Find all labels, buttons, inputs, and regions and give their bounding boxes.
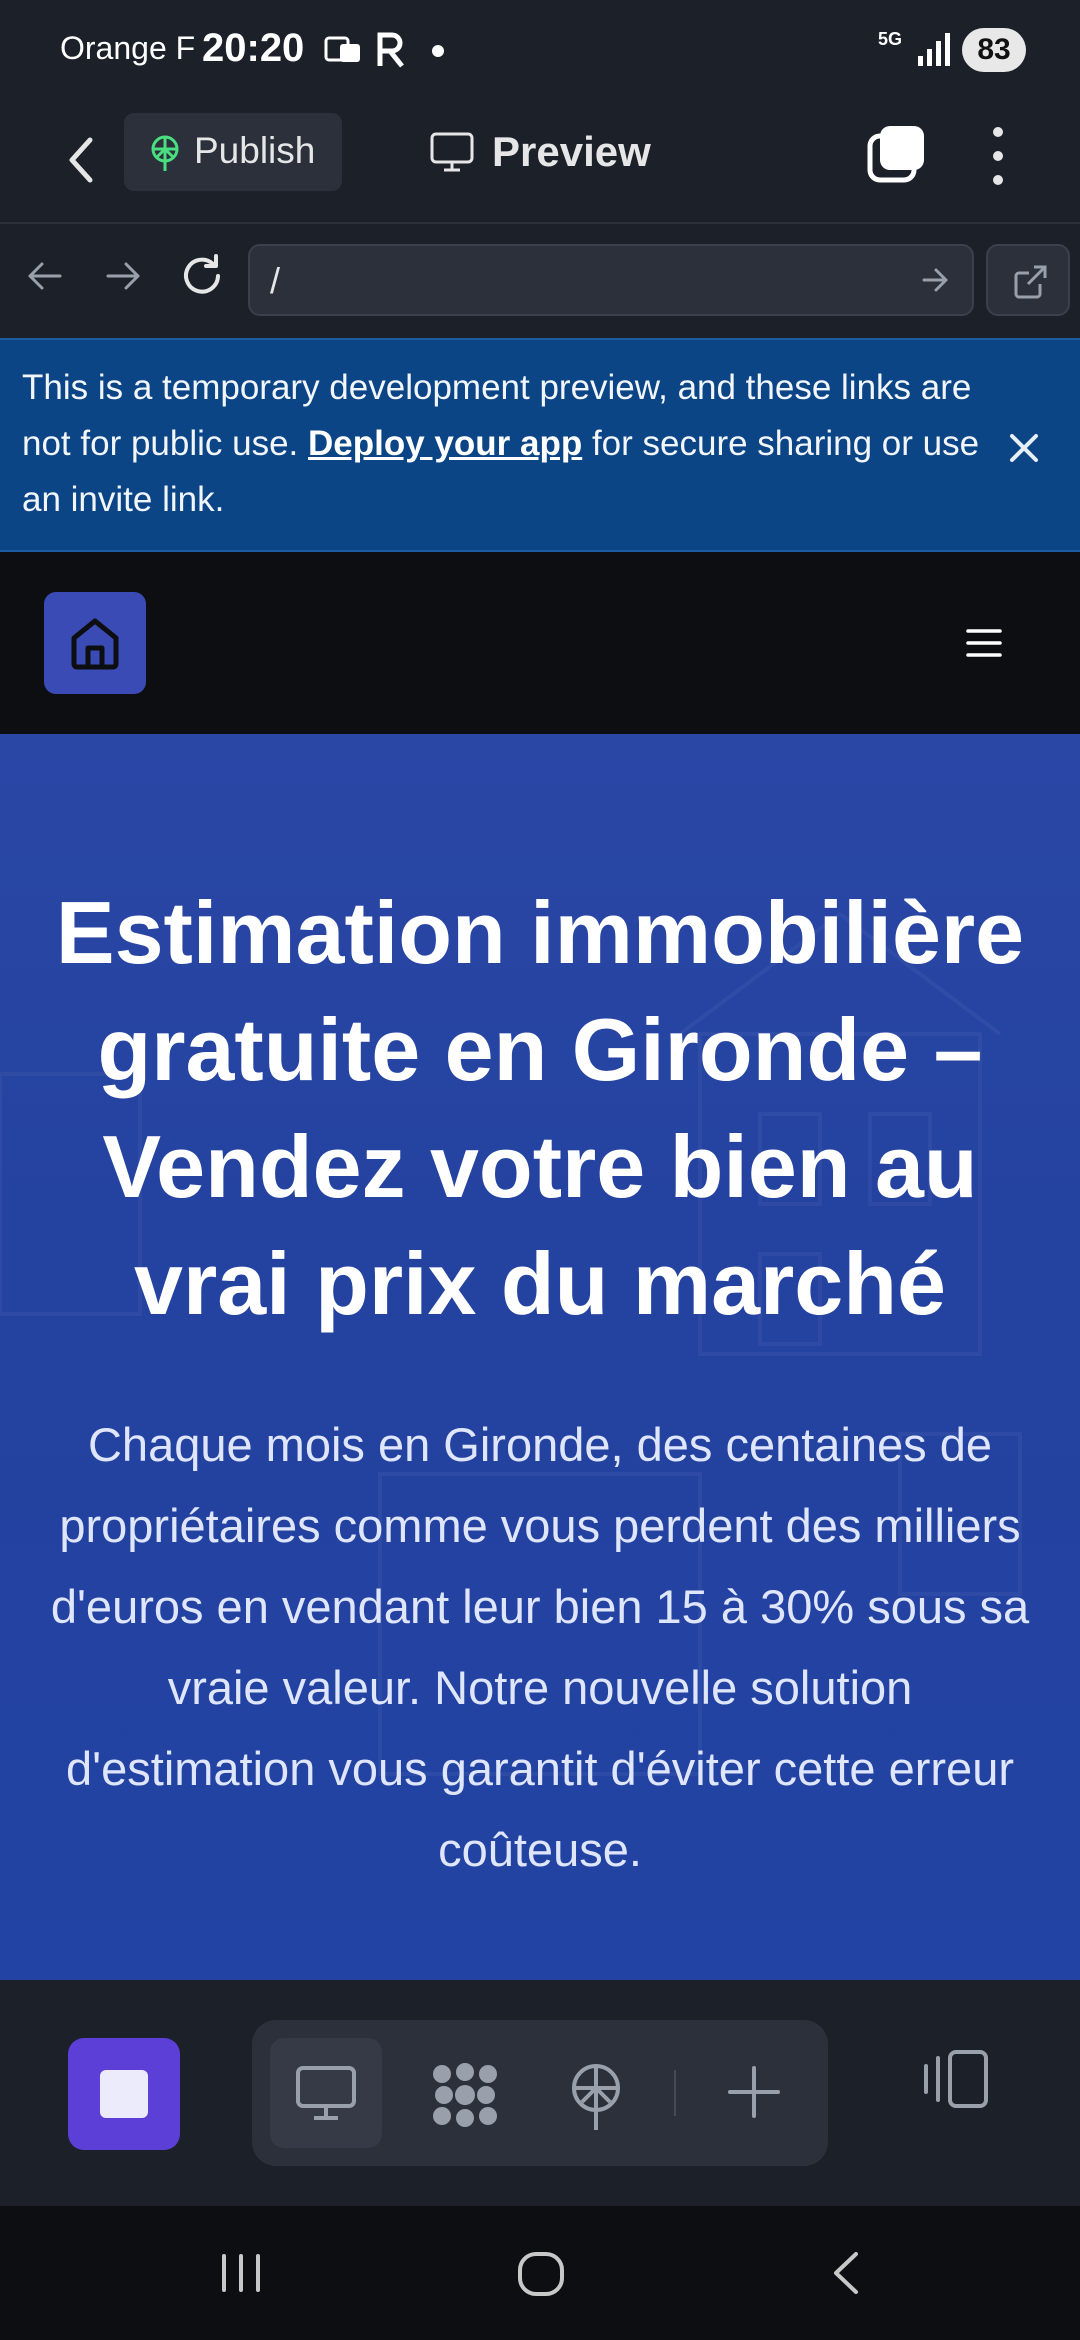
dev-preview-banner: This is a temporary development preview,… [0, 338, 1080, 552]
home-icon [71, 618, 119, 670]
stop-icon [100, 2070, 148, 2118]
tool-group [252, 2020, 828, 2166]
add-tool-button[interactable] [700, 2038, 812, 2148]
system-nav-bar [0, 2206, 1080, 2340]
plus-icon [728, 2066, 780, 2118]
site-nav [0, 552, 1080, 734]
go-arrow-icon[interactable] [920, 264, 952, 301]
notification-icon [324, 34, 362, 71]
reload-icon [184, 254, 220, 294]
arrow-left-icon [28, 262, 62, 290]
reload-button[interactable] [180, 252, 226, 303]
browser-bar: / [0, 224, 1080, 338]
arrow-right-icon [106, 262, 140, 290]
url-value: / [270, 260, 281, 301]
r-app-icon [376, 32, 406, 73]
panel-toggle-button[interactable] [920, 2044, 992, 2114]
url-input[interactable]: / [248, 244, 974, 316]
banner-close-button[interactable] [1004, 428, 1044, 468]
tabs-button[interactable] [866, 124, 926, 184]
hero-title: Estimation immobilière gratuite en Giron… [55, 883, 1025, 1333]
publish-icon [148, 135, 182, 176]
more-menu-button[interactable] [978, 124, 1018, 188]
recent-apps-button[interactable] [216, 2248, 266, 2303]
network-label: 5G [878, 29, 903, 49]
home-circle-icon [518, 2252, 564, 2296]
status-bar: Orange F 20:20 5G 83 [0, 0, 1080, 100]
panel-icon [924, 2050, 988, 2108]
stop-button[interactable] [68, 2038, 180, 2150]
app-header: Publish Preview [0, 100, 1080, 224]
menu-button[interactable] [966, 628, 1002, 658]
back-icon [69, 137, 93, 183]
battery-indicator: 83 [962, 28, 1026, 72]
preview-tool-button[interactable] [270, 2038, 382, 2148]
apps-tool-button[interactable] [406, 2038, 518, 2148]
open-external-button[interactable] [986, 244, 1070, 316]
tabs-icon [867, 126, 924, 183]
hero-subtitle: Chaque mois en Gironde, des centaines de… [50, 1418, 1030, 1876]
external-link-icon [1014, 265, 1047, 299]
hamburger-icon [966, 629, 1002, 657]
system-back-icon [834, 2252, 858, 2294]
banner-message: This is a temporary development preview,… [22, 360, 992, 528]
nav-back-button[interactable] [24, 256, 64, 301]
system-back-button[interactable] [822, 2248, 872, 2303]
tool-divider [674, 2070, 676, 2116]
publish-label: Publish [194, 130, 316, 171]
monitor-icon [296, 2066, 356, 2120]
deploy-tool-button[interactable] [542, 2038, 654, 2148]
signal-icon [918, 32, 950, 71]
back-button[interactable] [56, 130, 106, 190]
home-system-button[interactable] [516, 2248, 566, 2303]
close-icon [1010, 434, 1038, 462]
deploy-link[interactable]: Deploy your app [308, 424, 582, 463]
bottom-toolbar [0, 1980, 1080, 2206]
nav-forward-button[interactable] [104, 256, 144, 301]
publish-button[interactable]: Publish [124, 113, 342, 191]
dot-icon [432, 44, 444, 62]
clock: 20:20 [202, 26, 305, 70]
carrier-label: Orange F [60, 30, 196, 66]
kebab-icon [993, 127, 1003, 185]
recent-apps-icon [222, 2254, 260, 2292]
monitor-icon [430, 132, 474, 177]
home-link[interactable] [44, 592, 146, 694]
preview-label: Preview [492, 128, 651, 175]
hero-section: Estimation immobilière gratuite en Giron… [0, 734, 1080, 1980]
apps-grid-icon [433, 2063, 497, 2127]
deploy-icon [572, 2064, 620, 2130]
